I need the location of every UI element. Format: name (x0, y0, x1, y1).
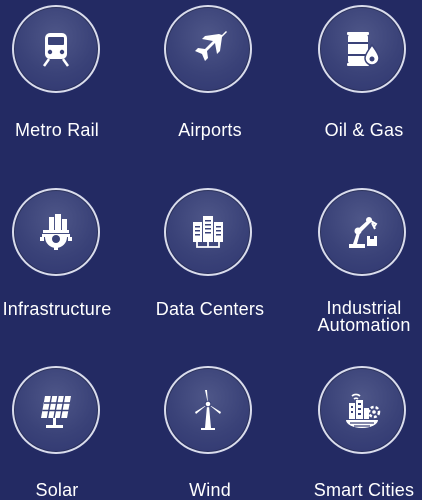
smart-cities-label: Smart Cities (313, 480, 415, 500)
infrastructure-label: Infrastructure (2, 299, 112, 319)
industrial-label-line2: Automation (317, 315, 411, 335)
metro-rail-icon-circle[interactable] (12, 5, 100, 93)
wind-icon-circle[interactable] (164, 366, 252, 454)
oil-gas-icon-circle[interactable] (318, 5, 406, 93)
solar-icon-circle[interactable] (12, 366, 100, 454)
metro-rail-label: Metro Rail (14, 120, 100, 140)
data-centers-icon-circle[interactable] (164, 188, 252, 276)
industrial-automation-icon-circle[interactable] (318, 188, 406, 276)
airports-label: Airports (178, 120, 242, 140)
airports-icon-circle[interactable] (164, 5, 252, 93)
industrial-automation-label: Industrial Automation (284, 299, 422, 335)
robot-arm-icon (349, 217, 378, 248)
data-centers-label: Data Centers (155, 299, 265, 319)
wind-label: Wind (189, 480, 231, 500)
smart-cities-icon-circle[interactable] (318, 366, 406, 454)
smart-city-icon (346, 393, 381, 428)
server-rack-icon (193, 216, 223, 248)
train-icon (42, 33, 70, 67)
wind-turbine-icon (195, 390, 221, 430)
oil-barrel-icon (347, 32, 380, 66)
infrastructure-gear-icon (40, 214, 72, 250)
infrastructure-icon-circle[interactable] (12, 188, 100, 276)
solar-label: Solar (35, 480, 79, 500)
oil-gas-label: Oil & Gas (324, 120, 404, 140)
airplane-icon (195, 31, 227, 61)
solar-panel-icon (41, 395, 71, 428)
